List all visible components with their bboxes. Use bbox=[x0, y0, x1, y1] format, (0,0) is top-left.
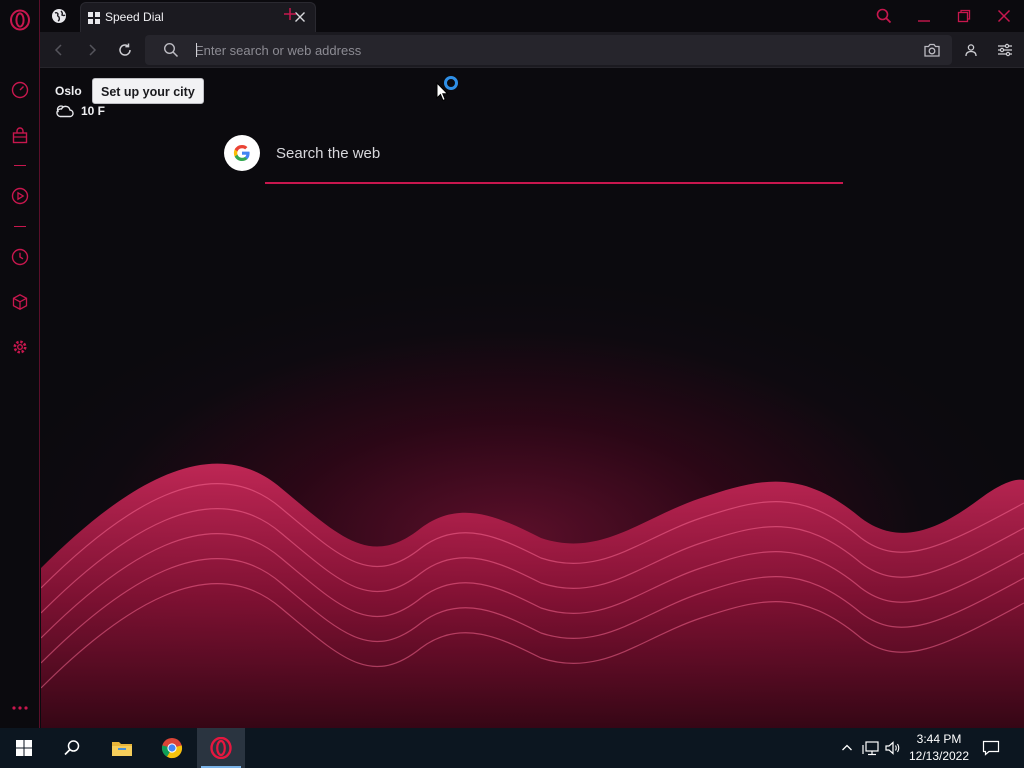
taskbar-search-icon[interactable] bbox=[48, 728, 96, 768]
wallpaper-wave bbox=[41, 463, 1024, 728]
notifications-icon[interactable] bbox=[981, 738, 1001, 758]
tab-speed-dial[interactable]: Speed Dial bbox=[80, 2, 316, 32]
weather-city[interactable]: Oslo bbox=[55, 84, 82, 98]
speed-dial-page: Oslo Set up your city 10 F Search the we… bbox=[41, 68, 1024, 728]
restore-icon[interactable] bbox=[954, 6, 974, 26]
tab-strip: Speed Dial bbox=[40, 0, 1024, 32]
bag-icon[interactable] bbox=[8, 124, 32, 148]
weather-temperature: 10 F bbox=[81, 104, 106, 118]
history-icon[interactable] bbox=[8, 245, 32, 269]
address-bar[interactable] bbox=[145, 35, 952, 65]
minimize-icon[interactable] bbox=[914, 6, 934, 26]
weather-tooltip: Set up your city bbox=[92, 78, 204, 104]
chrome-icon[interactable] bbox=[148, 728, 196, 768]
clock-time: 3:44 PM bbox=[916, 732, 962, 746]
speedometer-icon[interactable] bbox=[8, 78, 32, 102]
start-icon[interactable] bbox=[0, 728, 48, 768]
address-input[interactable] bbox=[195, 40, 895, 60]
address-toolbar bbox=[40, 32, 1024, 68]
back-icon[interactable] bbox=[50, 41, 68, 59]
opera-icon[interactable] bbox=[197, 728, 245, 768]
network-icon[interactable] bbox=[861, 738, 881, 758]
file-explorer-icon[interactable] bbox=[98, 728, 146, 768]
search-icon bbox=[163, 42, 179, 58]
clock-date: 12/13/2022 bbox=[908, 749, 970, 763]
search-tabs-icon[interactable] bbox=[874, 6, 894, 26]
sidebar-separator bbox=[14, 226, 26, 227]
new-tab-button[interactable] bbox=[282, 6, 298, 22]
sidebar bbox=[0, 0, 40, 728]
sidebar-separator bbox=[14, 165, 26, 166]
text-caret bbox=[196, 43, 197, 57]
mouse-pointer-icon bbox=[436, 81, 450, 102]
settings-icon[interactable] bbox=[8, 335, 32, 359]
volume-icon[interactable] bbox=[883, 738, 903, 758]
search-placeholder: Search the web bbox=[276, 145, 381, 162]
speed-dial-grid-icon bbox=[87, 11, 101, 25]
player-icon[interactable] bbox=[8, 184, 32, 208]
cloud-icon bbox=[55, 104, 75, 118]
more-icon[interactable] bbox=[8, 696, 32, 720]
opera-logo-icon[interactable] bbox=[8, 8, 32, 32]
tab-title: Speed Dial bbox=[105, 10, 164, 24]
chevron-up-icon[interactable] bbox=[837, 738, 857, 758]
windows-taskbar: 3:44 PM 12/13/2022 bbox=[0, 728, 1024, 768]
account-icon[interactable] bbox=[962, 41, 980, 59]
google-icon[interactable] bbox=[224, 135, 260, 171]
forward-icon[interactable] bbox=[83, 41, 101, 59]
taskbar-clock[interactable]: 3:44 PM 12/13/2022 bbox=[905, 731, 973, 765]
reload-icon[interactable] bbox=[116, 41, 134, 59]
snapshot-camera-icon[interactable] bbox=[923, 42, 941, 58]
close-window-icon[interactable] bbox=[994, 6, 1014, 26]
easy-setup-icon[interactable] bbox=[996, 41, 1014, 59]
web-search-field[interactable]: Search the web bbox=[265, 138, 843, 184]
cube-icon[interactable] bbox=[8, 290, 32, 314]
workspace-globe-icon[interactable] bbox=[50, 7, 68, 25]
